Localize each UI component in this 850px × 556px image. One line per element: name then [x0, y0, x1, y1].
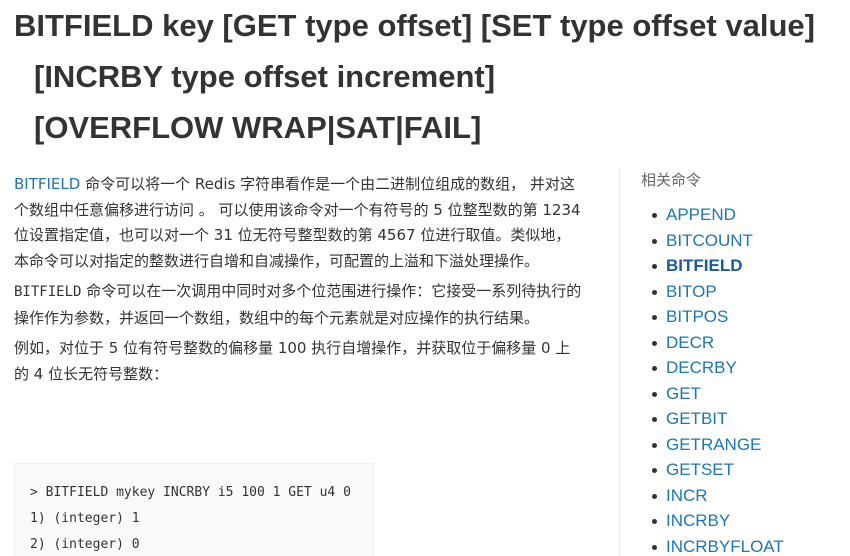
related-command-link-decrby[interactable]: DECRBY	[666, 358, 737, 377]
related-command-link-getrange[interactable]: GETRANGE	[666, 435, 761, 454]
title-line-3: [OVERFLOW WRAP|SAT|FAIL]	[34, 110, 482, 145]
bitfield-inline-code: BITFIELD	[14, 284, 82, 300]
code-line: 1) (integer) 1	[30, 511, 140, 526]
related-command-link-incrby[interactable]: INCRBY	[666, 511, 730, 530]
related-command-link-append[interactable]: APPEND	[666, 205, 736, 224]
page-title: BITFIELD key [GET type offset] [SET type…	[14, 0, 850, 153]
code-line: > BITFIELD mykey INCRBY i5 100 1 GET u4 …	[30, 485, 351, 500]
related-command-item: INCR	[650, 483, 850, 509]
related-command-item: GETBIT	[650, 406, 850, 432]
related-commands-list: APPEND BITCOUNT BITFIELD BITOP BITPOS DE…	[620, 202, 850, 556]
related-command-link-get[interactable]: GET	[666, 384, 701, 403]
command-description: BITFIELD 命令可以将一个 Redis 字符串看作是一个由二进制位组成的数…	[14, 172, 584, 392]
bitfield-link[interactable]: BITFIELD	[14, 175, 80, 193]
title-line-2: [INCRBY type offset increment]	[34, 59, 496, 94]
code-line: 2) (integer) 0	[30, 537, 140, 552]
paragraph-example: 例如，对位于 5 位有符号整数的偏移量 100 执行自增操作，并获取位于偏移量 …	[14, 339, 571, 383]
related-command-link-bitpos[interactable]: BITPOS	[666, 307, 728, 326]
related-command-link-incr[interactable]: INCR	[666, 486, 708, 505]
paragraph-intro-text: 命令可以将一个 Redis 字符串看作是一个由二进制位组成的数组， 并对这个数组…	[14, 175, 581, 270]
related-commands-heading: 相关命令	[641, 171, 702, 189]
related-command-item: APPEND	[650, 202, 850, 228]
related-command-item: BITOP	[650, 279, 850, 305]
title-line-1: BITFIELD key [GET type offset] [SET type…	[14, 8, 815, 43]
related-command-link-getset[interactable]: GETSET	[666, 460, 734, 479]
related-command-link-bitcount[interactable]: BITCOUNT	[666, 231, 753, 250]
related-command-link-bitfield[interactable]: BITFIELD	[666, 256, 743, 275]
related-commands-sidebar: 相关命令 APPEND BITCOUNT BITFIELD BITOP BITP…	[619, 168, 850, 556]
related-command-item: DECRBY	[650, 355, 850, 381]
related-command-item: BITCOUNT	[650, 228, 850, 254]
related-command-item: INCRBYFLOAT	[650, 534, 850, 556]
related-command-item: INCRBY	[650, 508, 850, 534]
related-command-item: GETRANGE	[650, 432, 850, 458]
related-command-link-getbit[interactable]: GETBIT	[666, 409, 727, 428]
related-command-item: BITPOS	[650, 304, 850, 330]
paragraph-multi-op: BITFIELD 命令可以在一次调用中同时对多个位范围进行操作：它接受一系列待执…	[14, 279, 584, 331]
related-command-item: GET	[650, 381, 850, 407]
related-command-item: BITFIELD	[650, 253, 850, 279]
code-example: > BITFIELD mykey INCRBY i5 100 1 GET u4 …	[14, 463, 374, 556]
related-command-link-bitop[interactable]: BITOP	[666, 282, 717, 301]
related-command-link-decr[interactable]: DECR	[666, 333, 714, 352]
paragraph-multi-op-text: 命令可以在一次调用中同时对多个位范围进行操作：它接受一系列待执行的操作作为参数，…	[14, 282, 582, 327]
related-command-item: DECR	[650, 330, 850, 356]
related-command-item: GETSET	[650, 457, 850, 483]
related-command-link-incrbyfloat[interactable]: INCRBYFLOAT	[666, 537, 784, 556]
paragraph-intro: BITFIELD 命令可以将一个 Redis 字符串看作是一个由二进制位组成的数…	[14, 172, 584, 274]
